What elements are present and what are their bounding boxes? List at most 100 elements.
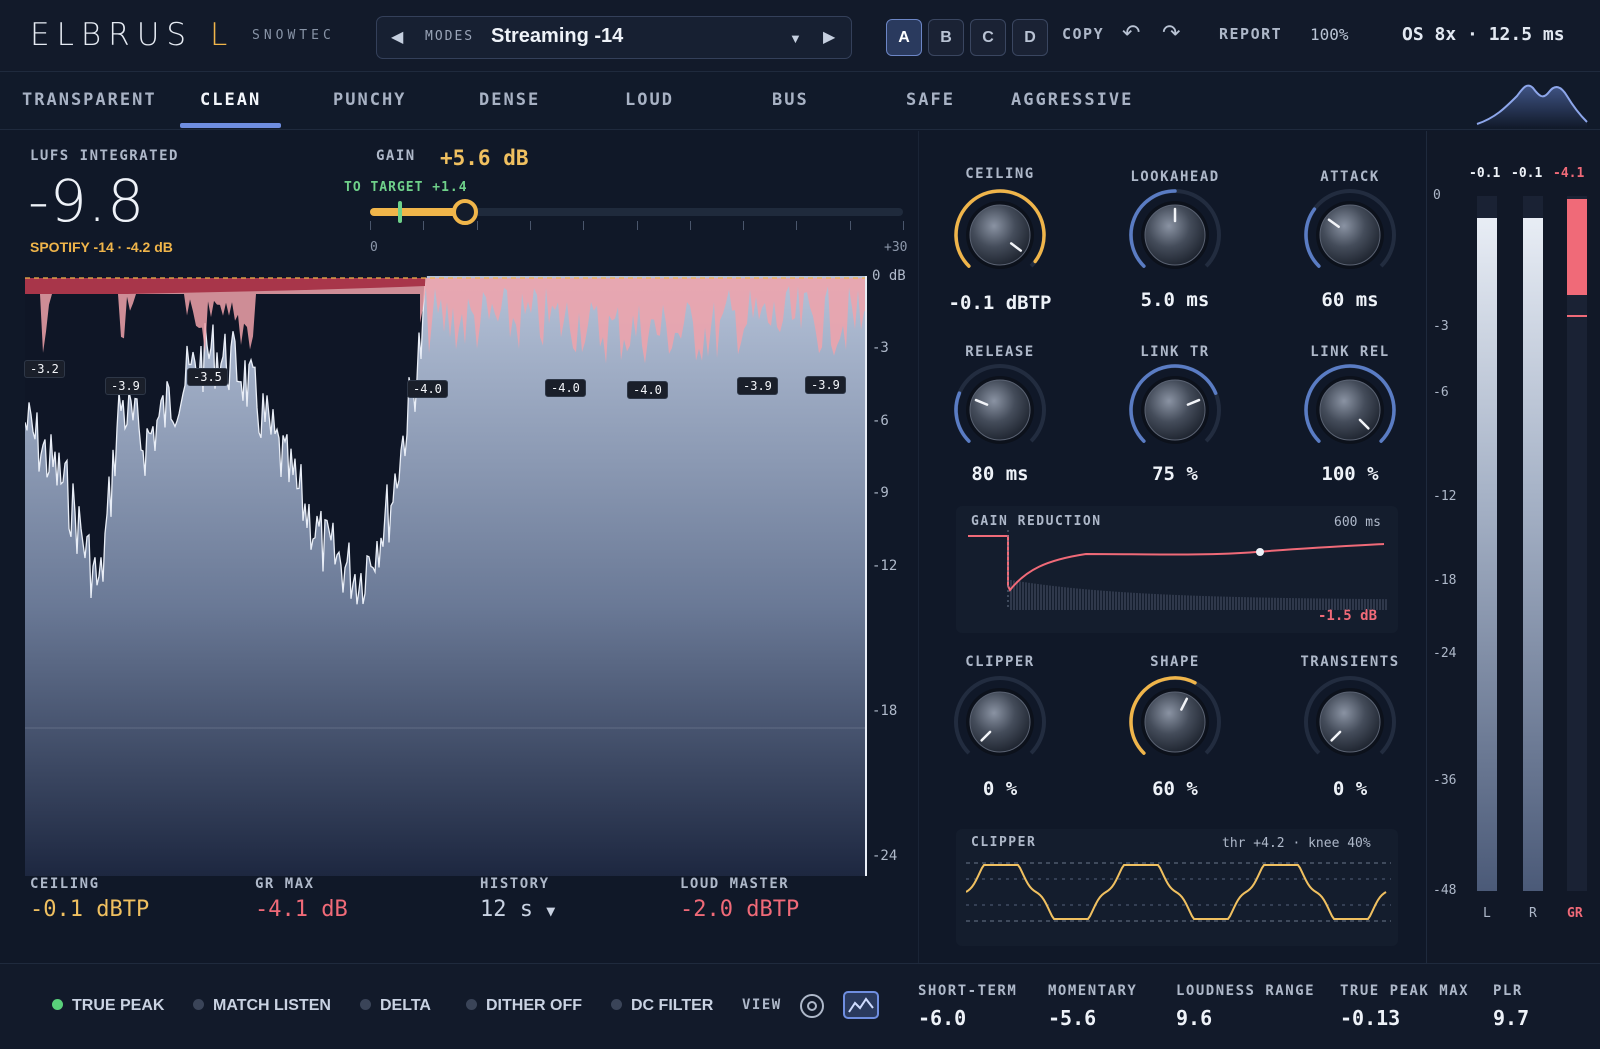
undo-icon[interactable]: ↶ [1122, 20, 1140, 46]
plugin-window: ELBRUS L SNOWTEC ◀ MODES Streaming -14 ▼… [0, 0, 1600, 1049]
slider-tick [529, 221, 531, 230]
scale-18: -18 [872, 703, 898, 719]
gr-tag: -3.9 [737, 377, 778, 395]
gr-tag: -3.5 [187, 368, 228, 386]
gr-history-bar [1031, 583, 1033, 610]
gain-reduction-panel: GAIN REDUCTION 600 ms -1.5 dB [956, 506, 1398, 633]
waveform-view-icon[interactable] [842, 988, 880, 1022]
report-button[interactable]: REPORT [1219, 25, 1282, 43]
tab-transparent[interactable]: TRANSPARENT [22, 90, 157, 110]
zoom-level[interactable]: 100% [1310, 25, 1349, 44]
slider-tick [583, 221, 585, 230]
waveform-display[interactable] [25, 276, 867, 876]
transients-knob[interactable] [1300, 672, 1400, 772]
gr-history-bar [1349, 598, 1351, 610]
slot-d-button[interactable]: D [1012, 19, 1048, 56]
gr-history-bar [1343, 598, 1345, 610]
loudness-range-label: LOUDNESS RANGE [1176, 983, 1316, 999]
gr-history-bar [1157, 594, 1159, 610]
preset-selector[interactable]: ◀ MODES Streaming -14 ▼ ▶ [376, 16, 852, 59]
gr-history-bar [1172, 594, 1174, 610]
dither-toggle[interactable]: DITHER OFF [466, 997, 582, 1015]
gr-history-bar [1106, 591, 1108, 610]
knob-body [969, 691, 1031, 753]
gr-history-bar [1103, 590, 1105, 610]
link-rel-knob-label: LINK REL [1310, 344, 1390, 360]
gr-history-bar [1064, 587, 1066, 610]
circle-view-icon[interactable] [798, 992, 826, 1020]
gr-history-bar [1379, 599, 1381, 610]
slider-tick [636, 221, 638, 230]
gain-slider-thumb[interactable] [452, 199, 478, 225]
history-select[interactable]: 12 s ▼ [480, 897, 555, 922]
ceiling-knob[interactable] [950, 185, 1050, 285]
streaming-target-note: SPOTIFY -14 · -4.2 dB [30, 239, 173, 255]
gr-history-bar [1277, 597, 1279, 610]
dc-filter-toggle[interactable]: DC FILTER [611, 997, 713, 1015]
tab-dense[interactable]: DENSE [479, 90, 540, 110]
copy-button[interactable]: COPY [1062, 25, 1104, 43]
preset-next-icon[interactable]: ▶ [823, 27, 835, 47]
history-label: HISTORY [480, 876, 550, 892]
gr-history-bar [1094, 590, 1096, 610]
gr-history-bar [1160, 594, 1162, 610]
gr-tag: -4.0 [627, 381, 668, 399]
gr-tag: -3.2 [24, 360, 65, 378]
gr-history-bar [1229, 596, 1231, 610]
tab-loud[interactable]: LOUD [625, 90, 674, 110]
gr-handle[interactable] [1256, 548, 1264, 556]
oversampling-info[interactable]: OS 8x · 12.5 ms [1402, 24, 1565, 45]
spectrum-thumbnail-icon[interactable] [1475, 78, 1590, 128]
scale-24: -24 [872, 848, 898, 864]
dc-filter-label: DC FILTER [631, 997, 714, 1014]
mode-tabs: TRANSPARENT CLEAN PUNCHY DENSE LOUD BUS … [0, 72, 1600, 130]
gr-history-bar [1334, 598, 1336, 610]
release-knob-label: RELEASE [965, 344, 1035, 360]
transients-knob-value: 0 % [1332, 778, 1368, 800]
preset-value[interactable]: Streaming -14 [491, 25, 623, 48]
link-rel-knob[interactable] [1300, 360, 1400, 460]
gr-history-bar [1088, 589, 1090, 610]
lookahead-knob-value: 5.0 ms [1140, 289, 1210, 311]
attack-knob[interactable] [1300, 185, 1400, 285]
slot-c-button[interactable]: C [970, 19, 1006, 56]
knob-body [1319, 379, 1381, 441]
clipper-knob-label: CLIPPER [965, 654, 1035, 670]
tab-punchy[interactable]: PUNCHY [333, 90, 406, 110]
slot-b-button[interactable]: B [928, 19, 964, 56]
lookahead-knob[interactable] [1125, 185, 1225, 285]
gr-history-bar [1307, 598, 1309, 610]
gr-history-bar [1256, 597, 1258, 610]
link-tr-knob[interactable] [1125, 360, 1225, 460]
gr-history-bar [1151, 593, 1153, 610]
delta-toggle[interactable]: DELTA [360, 997, 431, 1015]
loudness-range-value: 9.6 [1176, 1006, 1213, 1030]
ceiling-knob-label: CEILING [965, 166, 1035, 182]
gr-history-bar [1175, 594, 1177, 610]
gain-value[interactable]: +5.6 dB [440, 146, 529, 170]
redo-icon[interactable]: ↷ [1162, 20, 1180, 46]
gr-tag: -3.9 [805, 376, 846, 394]
meter-r-fill [1523, 218, 1543, 891]
tab-aggressive[interactable]: AGGRESSIVE [1011, 90, 1133, 110]
momentary-value: -5.6 [1048, 1006, 1097, 1030]
brand-name: ELBRUS [30, 17, 194, 53]
match-listen-toggle[interactable]: MATCH LISTEN [193, 997, 331, 1015]
gr-history-bar [1313, 598, 1315, 610]
true-peak-toggle[interactable]: TRUE PEAK [52, 997, 164, 1015]
tab-bus[interactable]: BUS [772, 90, 809, 110]
gr-history-bar [1142, 593, 1144, 610]
gr-history-bar [1235, 596, 1237, 610]
clipper-knob[interactable] [950, 672, 1050, 772]
preset-prev-icon[interactable]: ◀ [391, 27, 403, 47]
gain-slider-fill [370, 208, 465, 216]
gr-history-bar [1355, 598, 1357, 610]
shape-knob[interactable] [1125, 672, 1225, 772]
chevron-down-icon[interactable]: ▼ [789, 31, 802, 46]
tab-safe[interactable]: SAFE [906, 90, 955, 110]
release-knob[interactable] [950, 360, 1050, 460]
meter-scale-label: -18 [1433, 573, 1457, 588]
tab-clean[interactable]: CLEAN [200, 90, 261, 110]
gain-label: GAIN [376, 148, 416, 164]
slot-a-button[interactable]: A [886, 19, 922, 56]
